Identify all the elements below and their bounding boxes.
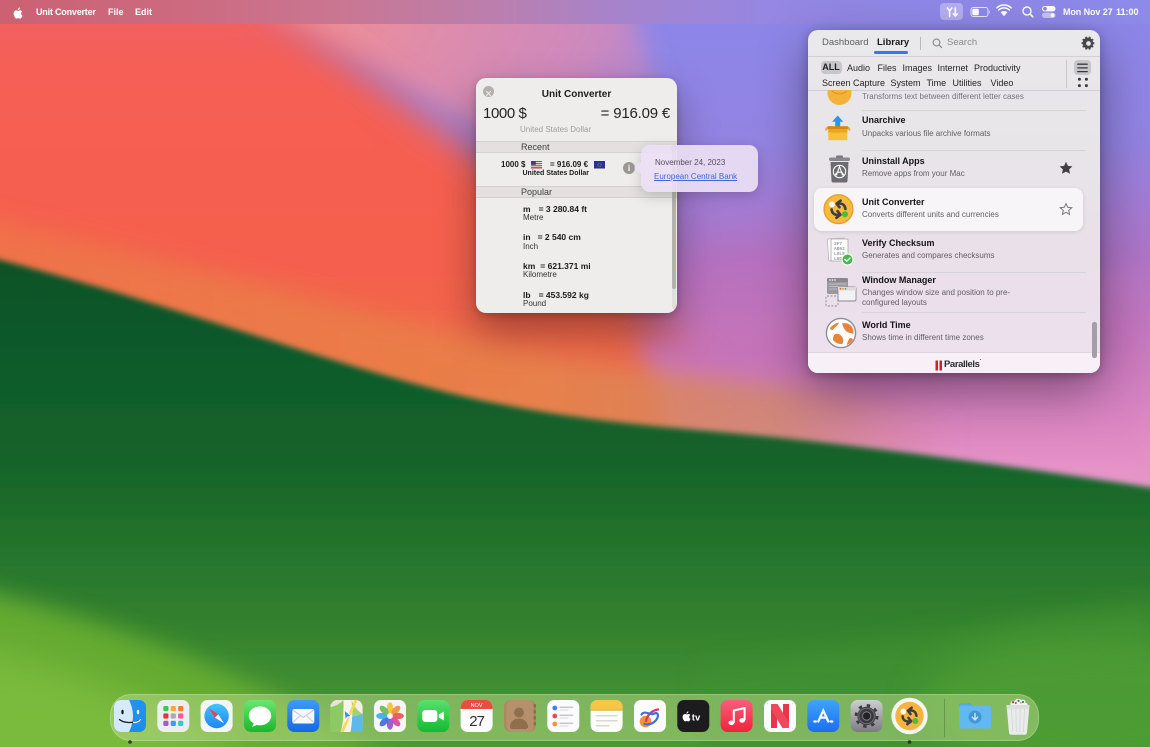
svg-text:27: 27 bbox=[469, 713, 484, 730]
svg-text:tv: tv bbox=[692, 713, 701, 724]
svg-text:NOV: NOV bbox=[471, 703, 483, 709]
